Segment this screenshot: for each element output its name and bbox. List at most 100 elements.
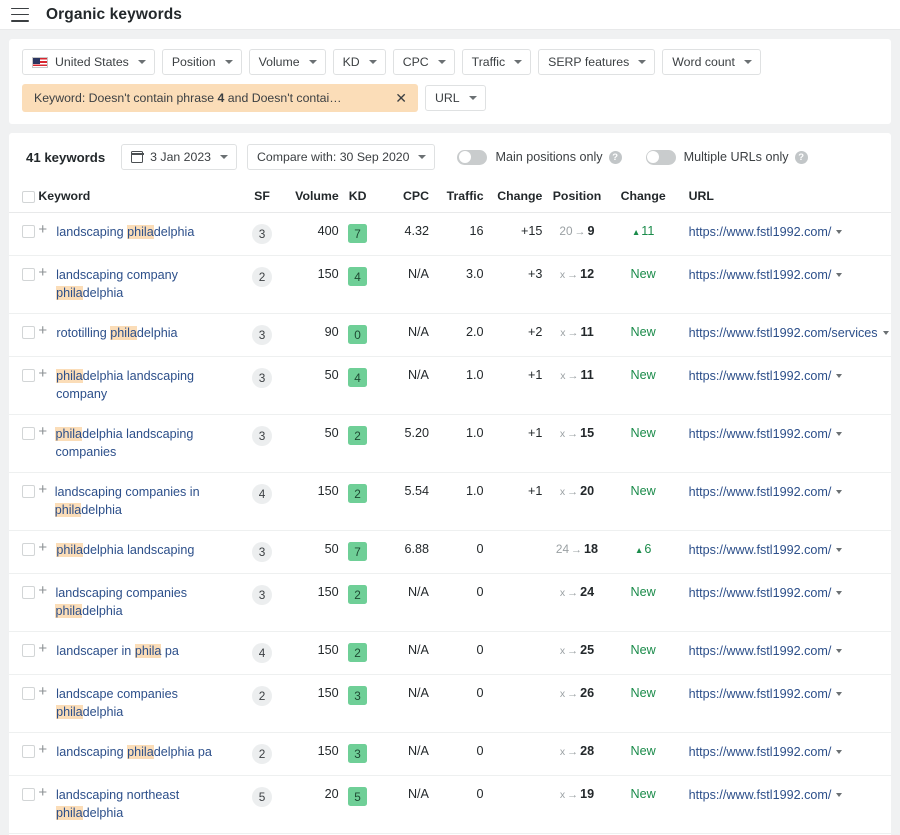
url-link[interactable]: https://www.fstl1992.com/ xyxy=(689,585,832,603)
date-picker-button[interactable]: 3 Jan 2023 xyxy=(121,144,237,170)
table-row[interactable]: +philadelphia landscaping company3504N/A… xyxy=(9,357,891,415)
close-icon[interactable]: ✕ xyxy=(395,91,407,105)
active-keyword-filter-chip[interactable]: Keyword: Doesn't contain phrase 4 and Do… xyxy=(22,84,418,112)
table-row[interactable]: +landscaping northeast philadelphia5205N… xyxy=(9,776,891,834)
column-header-cpc[interactable]: CPC xyxy=(376,182,428,213)
select-all-checkbox[interactable] xyxy=(22,191,35,204)
url-link[interactable]: https://www.fstl1992.com/ xyxy=(689,426,832,444)
row-checkbox[interactable] xyxy=(22,543,35,556)
add-keyword-icon[interactable]: + xyxy=(38,787,52,799)
url-link[interactable]: https://www.fstl1992.com/ xyxy=(689,224,832,242)
keyword-link[interactable]: landscaping companies philadelphia xyxy=(55,585,244,620)
url-link[interactable]: https://www.fstl1992.com/ xyxy=(689,744,832,762)
keyword-link[interactable]: landscaper in phila pa xyxy=(56,643,179,661)
help-icon[interactable]: ? xyxy=(795,151,808,164)
add-keyword-icon[interactable]: + xyxy=(38,484,50,496)
url-filter-button[interactable]: URL xyxy=(425,85,486,111)
url-link[interactable]: https://www.fstl1992.com/ xyxy=(689,542,832,560)
column-header-url[interactable]: URL xyxy=(675,182,891,213)
keyword-link[interactable]: philadelphia landscaping companies xyxy=(55,426,244,461)
row-checkbox[interactable] xyxy=(22,485,35,498)
url-link[interactable]: https://www.fstl1992.com/ xyxy=(689,643,832,661)
add-keyword-icon[interactable]: + xyxy=(38,267,52,279)
url-link[interactable]: https://www.fstl1992.com/ xyxy=(689,484,832,502)
table-row[interactable]: +landscaping philadelphia pa21503N/A0x→2… xyxy=(9,733,891,776)
column-header-keyword[interactable]: Keyword xyxy=(38,182,244,213)
chevron-down-icon[interactable] xyxy=(836,273,842,277)
chevron-down-icon[interactable] xyxy=(836,230,842,234)
keyword-link[interactable]: landscaping northeast philadelphia xyxy=(56,787,244,822)
traffic-filter-button[interactable]: Traffic xyxy=(462,49,531,75)
keyword-link[interactable]: landscaping philadelphia pa xyxy=(56,744,211,762)
row-checkbox[interactable] xyxy=(22,687,35,700)
url-link[interactable]: https://www.fstl1992.com/ xyxy=(689,686,832,704)
add-keyword-icon[interactable]: + xyxy=(38,585,51,597)
table-row[interactable]: +landscaping companies philadelphia31502… xyxy=(9,574,891,632)
table-row[interactable]: +rototilling philadelphia3900N/A2.0+2x→1… xyxy=(9,314,891,357)
row-checkbox[interactable] xyxy=(22,369,35,382)
table-row[interactable]: +landscape companies philadelphia21503N/… xyxy=(9,675,891,733)
chevron-down-icon[interactable] xyxy=(836,649,842,653)
row-checkbox[interactable] xyxy=(22,745,35,758)
add-keyword-icon[interactable]: + xyxy=(38,368,52,380)
keyword-link[interactable]: philadelphia landscaping company xyxy=(56,368,244,403)
main-positions-toggle[interactable] xyxy=(457,150,487,165)
keyword-link[interactable]: philadelphia landscaping xyxy=(56,542,194,560)
table-row[interactable]: +philadelphia landscaping companies35025… xyxy=(9,415,891,473)
position-filter-button[interactable]: Position xyxy=(162,49,242,75)
country-filter-button[interactable]: United States xyxy=(22,49,155,75)
keyword-link[interactable]: landscaping philadelphia xyxy=(56,224,194,242)
add-keyword-icon[interactable]: + xyxy=(38,643,52,655)
row-checkbox[interactable] xyxy=(22,427,35,440)
chevron-down-icon[interactable] xyxy=(836,793,842,797)
column-header-volume[interactable]: Volume xyxy=(280,182,339,213)
chevron-down-icon[interactable] xyxy=(836,750,842,754)
url-link[interactable]: https://www.fstl1992.com/services xyxy=(689,325,878,343)
url-link[interactable]: https://www.fstl1992.com/ xyxy=(689,368,832,386)
column-header-traffic[interactable]: Traffic xyxy=(429,182,484,213)
row-checkbox[interactable] xyxy=(22,326,35,339)
add-keyword-icon[interactable]: + xyxy=(38,426,51,438)
column-header-kd[interactable]: KD xyxy=(339,182,377,213)
row-checkbox[interactable] xyxy=(22,788,35,801)
url-link[interactable]: https://www.fstl1992.com/ xyxy=(689,787,832,805)
add-keyword-icon[interactable]: + xyxy=(38,686,52,698)
add-keyword-icon[interactable]: + xyxy=(38,325,52,337)
table-row[interactable]: +landscaper in phila pa41502N/A0x→25Newh… xyxy=(9,632,891,675)
hamburger-icon[interactable] xyxy=(11,8,29,22)
chevron-down-icon[interactable] xyxy=(836,692,842,696)
word-count-filter-button[interactable]: Word count xyxy=(662,49,761,75)
table-row[interactable]: +philadelphia landscaping35076.88024→18▲… xyxy=(9,531,891,574)
keyword-link[interactable]: landscape companies philadelphia xyxy=(56,686,244,721)
url-link[interactable]: https://www.fstl1992.com/ xyxy=(689,267,832,285)
keyword-link[interactable]: rototilling philadelphia xyxy=(56,325,177,343)
compare-date-button[interactable]: Compare with: 30 Sep 2020 xyxy=(247,144,435,170)
column-header-position[interactable]: Position xyxy=(542,182,611,213)
volume-filter-button[interactable]: Volume xyxy=(249,49,326,75)
serp-features-filter-button[interactable]: SERP features xyxy=(538,49,655,75)
row-checkbox[interactable] xyxy=(22,644,35,657)
column-header-traffic-change[interactable]: Change xyxy=(484,182,543,213)
column-header-sf[interactable]: SF xyxy=(244,182,280,213)
chevron-down-icon[interactable] xyxy=(836,374,842,378)
add-keyword-icon[interactable]: + xyxy=(38,744,52,756)
column-header-position-change[interactable]: Change xyxy=(612,182,675,213)
chevron-down-icon[interactable] xyxy=(836,591,842,595)
chevron-down-icon[interactable] xyxy=(883,331,889,335)
row-checkbox[interactable] xyxy=(22,225,35,238)
chevron-down-icon[interactable] xyxy=(836,490,842,494)
chevron-down-icon[interactable] xyxy=(836,548,842,552)
keyword-link[interactable]: landscaping companies in philadelphia xyxy=(55,484,245,519)
table-row[interactable]: +landscaping philadelphia340074.3216+152… xyxy=(9,213,891,256)
table-row[interactable]: +landscaping companies in philadelphia41… xyxy=(9,473,891,531)
table-row[interactable]: +landscaping company philadelphia21504N/… xyxy=(9,256,891,314)
multiple-urls-toggle[interactable] xyxy=(646,150,676,165)
add-keyword-icon[interactable]: + xyxy=(38,224,52,236)
kd-filter-button[interactable]: KD xyxy=(333,49,386,75)
row-checkbox[interactable] xyxy=(22,586,35,599)
chevron-down-icon[interactable] xyxy=(836,432,842,436)
keyword-link[interactable]: landscaping company philadelphia xyxy=(56,267,244,302)
add-keyword-icon[interactable]: + xyxy=(38,542,52,554)
cpc-filter-button[interactable]: CPC xyxy=(393,49,455,75)
help-icon[interactable]: ? xyxy=(609,151,622,164)
